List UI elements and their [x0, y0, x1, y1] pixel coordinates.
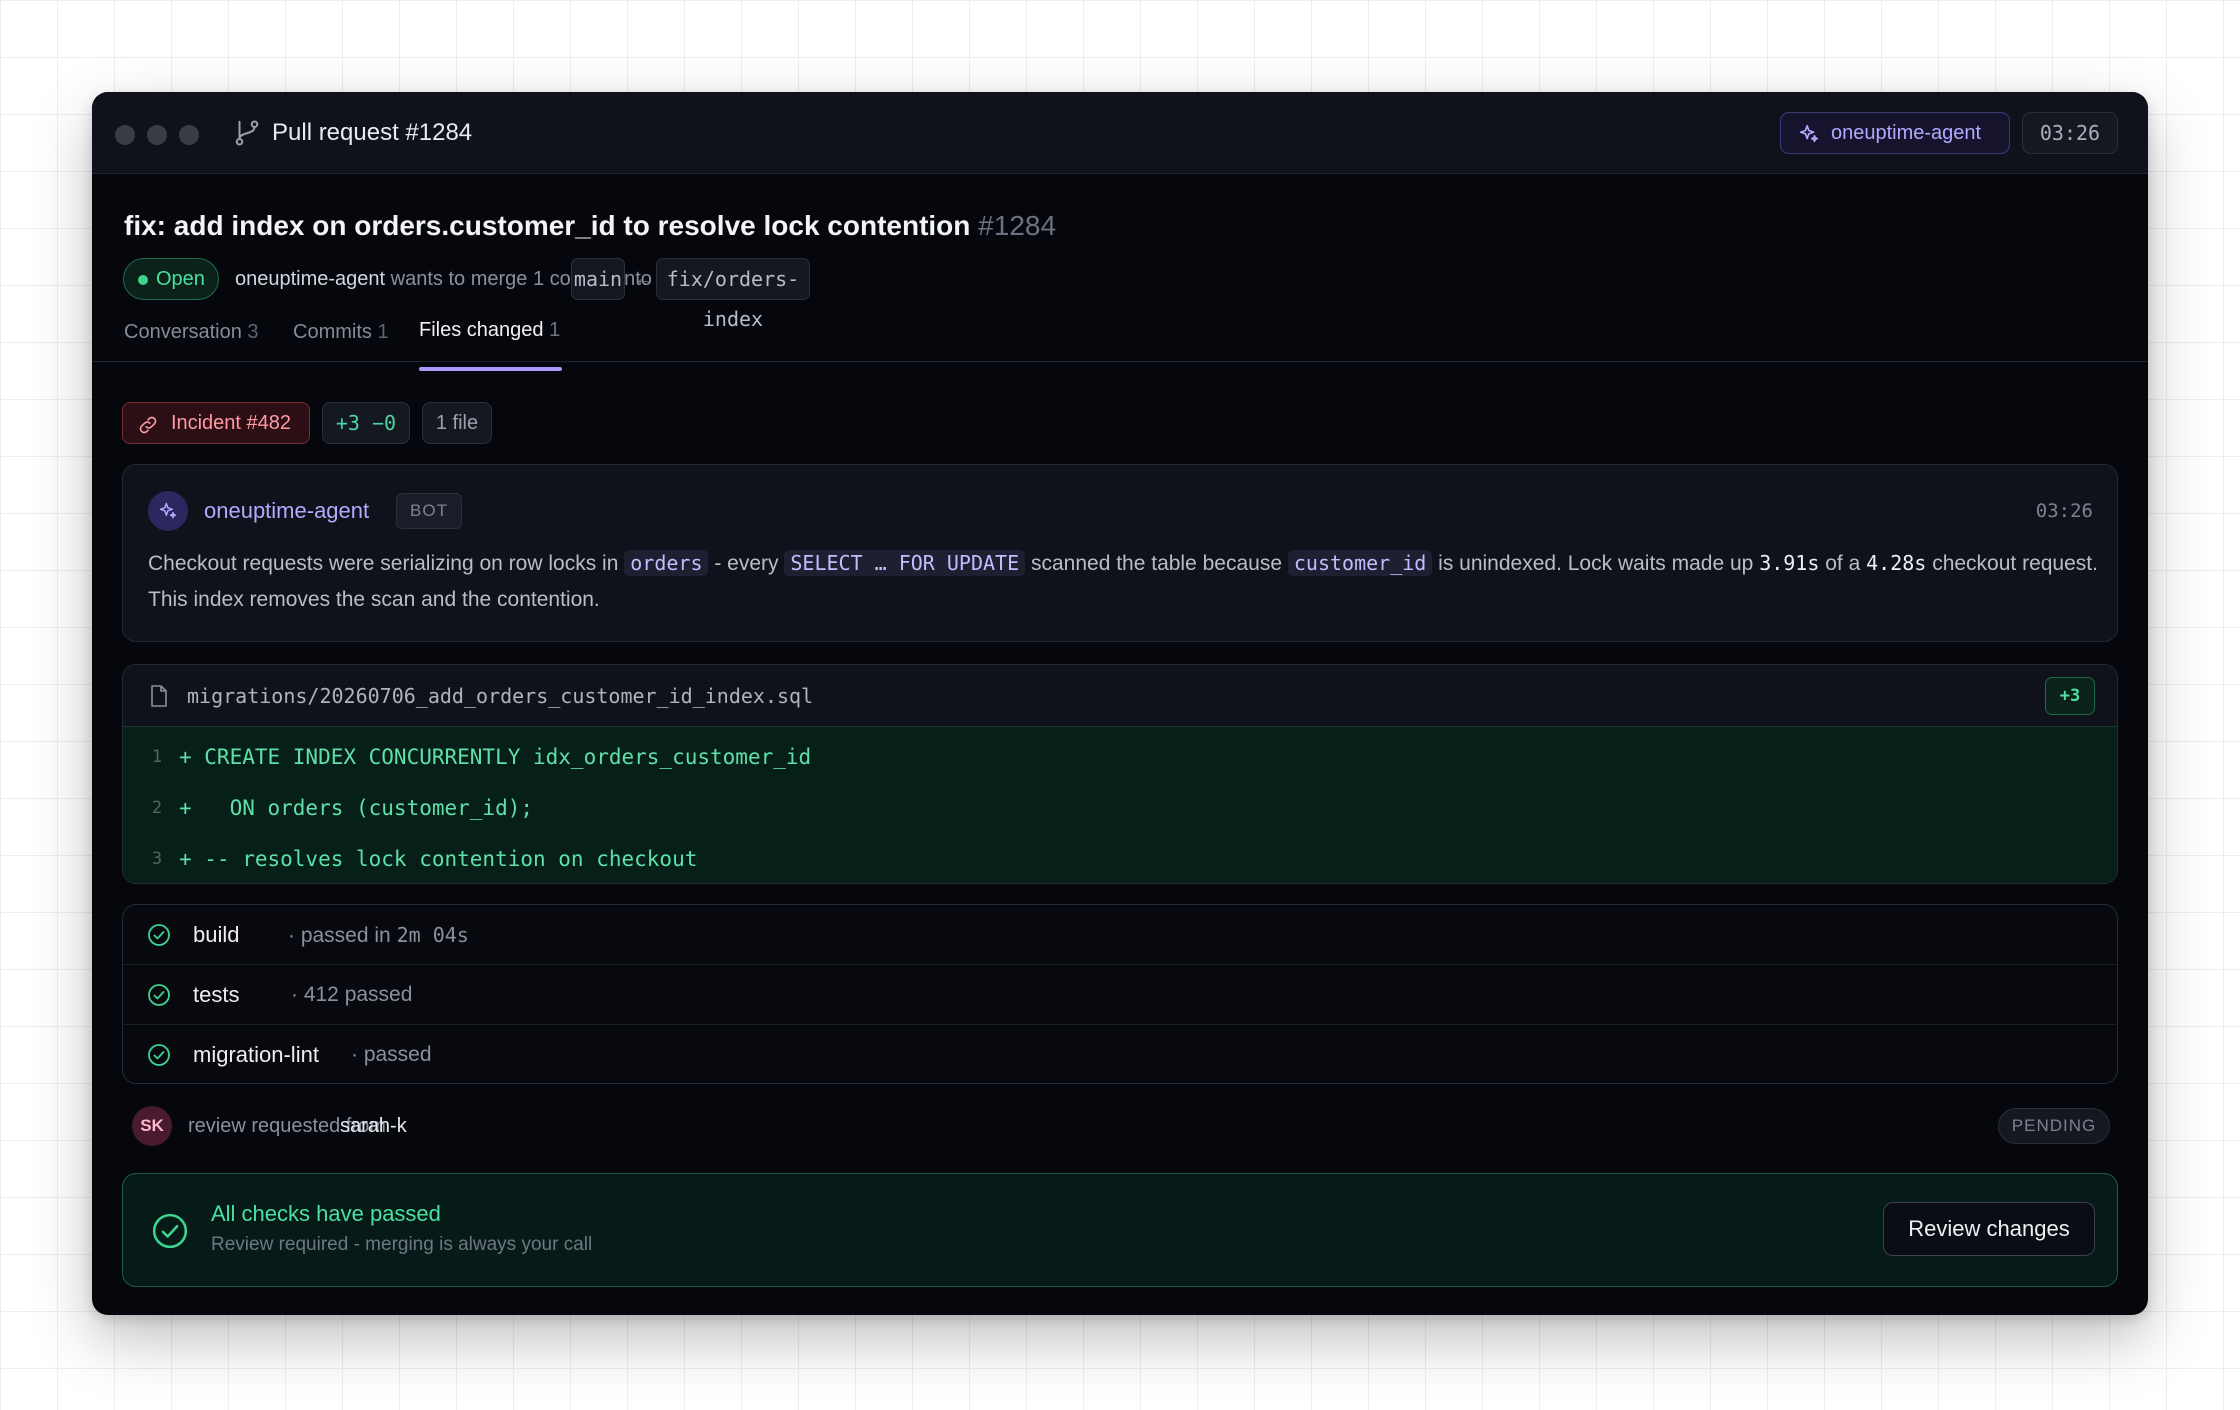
tab-conversation[interactable]: Conversation 3	[124, 316, 259, 348]
avatar: SK	[132, 1106, 172, 1146]
inline-code: customer_id	[1287, 550, 1433, 576]
tab-label: Files changed	[419, 319, 544, 341]
tab-files-changed[interactable]: Files changed 1	[419, 314, 560, 346]
comment-time: 03:26	[2035, 500, 2093, 522]
merge-subtitle: Review required - merging is always your…	[211, 1234, 593, 1255]
body-text: of a	[1825, 552, 1861, 575]
metric-value: 4.28s	[1866, 551, 1927, 575]
clock-pill: 03:26	[2022, 112, 2118, 154]
sparkle-icon	[1799, 124, 1819, 143]
check-build[interactable]: build · passed in 2m 04s	[123, 905, 2117, 965]
tab-count: 1	[377, 321, 389, 343]
check-migration-lint[interactable]: migration-lint · passed	[123, 1025, 2117, 1083]
agent-name: oneuptime-agent	[1831, 122, 1982, 144]
check-detail-text: · passed in	[288, 924, 391, 947]
code-text: + CREATE INDEX CONCURRENTLY idx_orders_c…	[179, 745, 812, 769]
checks-list: build · passed in 2m 04s tests · 412 pas…	[122, 904, 2118, 1084]
status-label: Open	[156, 268, 205, 290]
window-minimize-dot[interactable]	[147, 125, 167, 145]
status-badge-open: Open	[123, 258, 219, 300]
tab-label: Conversation	[124, 321, 242, 343]
pr-title: fix: add index on orders.customer_id to …	[124, 206, 1056, 246]
check-circle-icon	[148, 984, 170, 1006]
sparkle-icon	[159, 502, 177, 519]
inline-code: SELECT … FOR UPDATE	[784, 550, 1026, 576]
link-icon	[139, 416, 157, 434]
body-text: is unindexed. Lock waits made up	[1438, 552, 1754, 575]
comment-author[interactable]: oneuptime-agent	[204, 495, 369, 527]
base-branch[interactable]: main	[571, 258, 625, 300]
pr-meta: Open oneuptime-agent wants to merge 1 co…	[123, 258, 1223, 331]
file-header: migrations/20260706_add_orders_customer_…	[123, 665, 2117, 727]
line-number: 2	[151, 798, 163, 818]
arrow-left-icon: ←	[634, 268, 654, 290]
active-tab-indicator	[419, 367, 562, 371]
metric-value: 3.91s	[1759, 551, 1820, 575]
window-close-dot[interactable]	[115, 125, 135, 145]
check-detail: · passed	[351, 1043, 432, 1066]
reviewer-name[interactable]: sarah-k	[340, 1104, 407, 1148]
pr-window: Pull request #1284 oneuptime-agent 03:26…	[92, 92, 2148, 1315]
head-branch[interactable]: fix/orders-index	[656, 258, 810, 331]
pr-title-text: fix: add index on orders.customer_id to …	[124, 210, 971, 241]
merge-box: All checks have passed Review required -…	[122, 1173, 2118, 1287]
check-tests[interactable]: tests · 412 passed	[123, 965, 2117, 1025]
check-name: tests	[193, 982, 240, 1007]
code-text: + -- resolves lock contention on checkou…	[179, 847, 698, 871]
code-line: 3 + -- resolves lock contention on check…	[123, 835, 2117, 883]
check-duration: 2m 04s	[396, 923, 469, 947]
incident-label: Incident #482	[170, 412, 292, 434]
pr-author[interactable]: oneuptime-agent	[235, 268, 385, 290]
additions-badge: +3	[2045, 677, 2095, 715]
check-circle-icon	[148, 924, 170, 946]
check-circle-icon	[152, 1213, 188, 1249]
avatar	[148, 491, 188, 531]
incident-link-chip[interactable]: Incident #482	[122, 402, 310, 444]
file-path[interactable]: migrations/20260706_add_orders_customer_…	[187, 665, 813, 727]
code-line: 1 + CREATE INDEX CONCURRENTLY idx_orders…	[123, 733, 2117, 781]
diff-stat-chip: +3 −0	[322, 402, 410, 444]
git-pull-request-icon	[235, 120, 259, 146]
check-circle-icon	[148, 1044, 170, 1066]
body-text: Checkout requests were serializing on ro…	[148, 552, 619, 575]
pr-number: #1284	[978, 210, 1057, 241]
status-dot-icon	[138, 275, 148, 285]
review-request: SK review requested from sarah-k PENDING	[122, 1104, 2118, 1148]
bot-badge: BOT	[396, 493, 462, 529]
comment-body: Checkout requests were serializing on ro…	[148, 545, 2098, 618]
code-line: 2 + ON orders (customer_id);	[123, 784, 2117, 832]
line-number: 3	[151, 849, 163, 869]
agent-comment: oneuptime-agent BOT 03:26 Checkout reque…	[122, 464, 2118, 642]
check-detail: · passed in 2m 04s	[288, 905, 469, 966]
window-maximize-dot[interactable]	[179, 125, 199, 145]
tab-count: 1	[549, 319, 561, 341]
tab-commits[interactable]: Commits 1	[293, 316, 389, 348]
body-text: - every	[714, 552, 779, 575]
check-detail: · 412 passed	[291, 983, 413, 1006]
tab-count: 3	[247, 321, 259, 343]
merge-title: All checks have passed	[211, 1201, 441, 1226]
tab-label: Commits	[293, 321, 372, 343]
line-number: 1	[151, 747, 163, 767]
agent-pill[interactable]: oneuptime-agent	[1780, 112, 2010, 154]
pending-badge: PENDING	[1998, 1108, 2110, 1144]
diff-file: migrations/20260706_add_orders_customer_…	[122, 664, 2118, 884]
window-title: Pull request #1284	[272, 119, 473, 146]
check-name: migration-lint	[193, 1042, 319, 1067]
title-bar: Pull request #1284 oneuptime-agent 03:26	[92, 92, 2148, 174]
body-text: scanned the table because	[1030, 552, 1283, 575]
check-name: build	[193, 922, 240, 947]
file-icon	[151, 685, 167, 707]
pr-tabs: Conversation 3 Commits 1 Files changed 1	[92, 312, 2148, 362]
review-changes-button[interactable]: Review changes	[1883, 1202, 2095, 1256]
inline-code: orders	[624, 550, 709, 576]
file-count-chip: 1 file	[422, 402, 492, 444]
code-text: + ON orders (customer_id);	[179, 796, 534, 820]
